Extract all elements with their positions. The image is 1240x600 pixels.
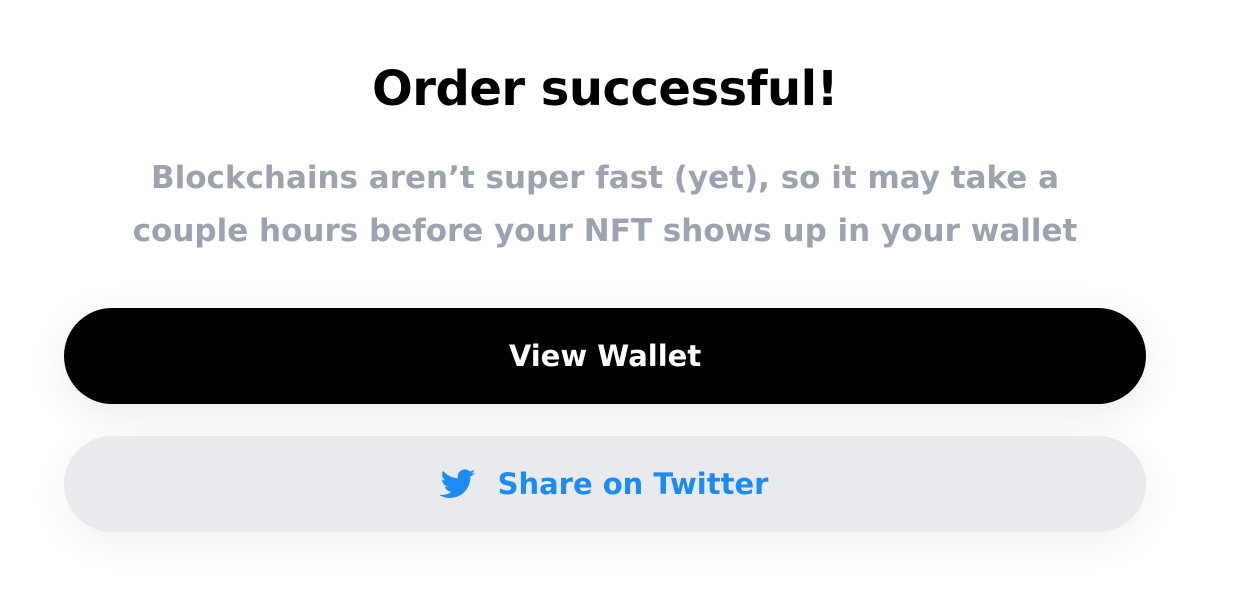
share-on-twitter-button[interactable]: Share on Twitter [64,436,1146,532]
view-wallet-button[interactable]: View Wallet [64,308,1146,404]
confirmation-message: Blockchains aren’t super fast (yet), so … [132,160,1078,249]
twitter-icon [439,469,476,499]
view-wallet-label: View Wallet [508,339,702,373]
order-success-page: Order successful! Blockchains aren’t sup… [0,0,1240,600]
share-on-twitter-label: Share on Twitter [497,467,769,501]
order-success-dialog: Order successful! Blockchains aren’t sup… [0,0,1240,600]
page-title: Order successful! [371,61,839,117]
